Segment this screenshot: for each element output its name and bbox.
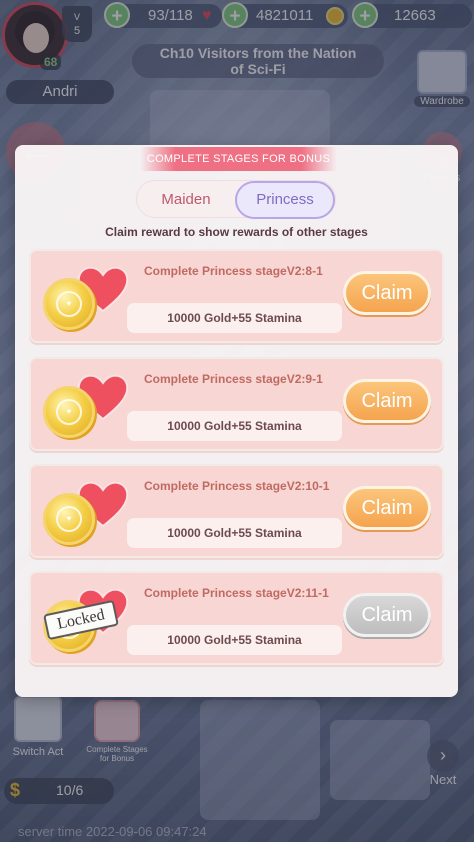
tab-group: Maiden Princess bbox=[136, 180, 336, 219]
reward-card-locked: ♥ Locked Complete Princess stageV2:11-1 … bbox=[29, 571, 444, 665]
tab-maiden[interactable]: Maiden bbox=[137, 181, 235, 219]
reward-title: Complete Princess stageV2:11-1 bbox=[144, 586, 329, 600]
reward-amount: 10000 Gold+55 Stamina bbox=[127, 625, 342, 655]
reward-icon: ♥ bbox=[43, 480, 137, 550]
reward-card: ♥ Complete Princess stageV2:10-1 10000 G… bbox=[29, 464, 444, 558]
tab-princess[interactable]: Princess bbox=[235, 181, 335, 219]
reward-title: Complete Princess stageV2:9-1 bbox=[144, 372, 323, 386]
claim-button[interactable]: Claim bbox=[343, 486, 431, 530]
claim-button[interactable]: Claim bbox=[343, 271, 431, 315]
reward-amount: 10000 Gold+55 Stamina bbox=[127, 303, 342, 333]
coin-emblem: ♥ bbox=[56, 291, 82, 317]
claim-hint: Claim reward to show rewards of other st… bbox=[105, 225, 368, 239]
reward-icon: ♥ Locked bbox=[43, 587, 137, 657]
reward-amount: 10000 Gold+55 Stamina bbox=[127, 411, 342, 441]
coin-emblem: ♥ bbox=[56, 506, 82, 532]
reward-icon: ♥ bbox=[43, 265, 137, 335]
reward-amount: 10000 Gold+55 Stamina bbox=[127, 518, 342, 548]
claim-button-disabled[interactable]: Claim bbox=[343, 593, 431, 637]
gold-coin-icon: ♥ bbox=[43, 386, 95, 438]
reward-title: Complete Princess stageV2:8-1 bbox=[144, 264, 323, 278]
gold-coin-icon: ♥ bbox=[43, 493, 95, 545]
reward-icon: ♥ bbox=[43, 373, 137, 443]
reward-card: ♥ Complete Princess stageV2:8-1 10000 Go… bbox=[29, 249, 444, 343]
coin-emblem: ♥ bbox=[56, 399, 82, 425]
reward-card: ♥ Complete Princess stageV2:9-1 10000 Go… bbox=[29, 357, 444, 451]
claim-button[interactable]: Claim bbox=[343, 379, 431, 423]
gold-coin-icon: ♥ bbox=[43, 278, 95, 330]
popup-banner: COMPLETE STAGES FOR BONUS bbox=[140, 147, 337, 171]
reward-title: Complete Princess stageV2:10-1 bbox=[144, 479, 330, 493]
bonus-popup: COMPLETE STAGES FOR BONUS Maiden Princes… bbox=[15, 145, 458, 697]
